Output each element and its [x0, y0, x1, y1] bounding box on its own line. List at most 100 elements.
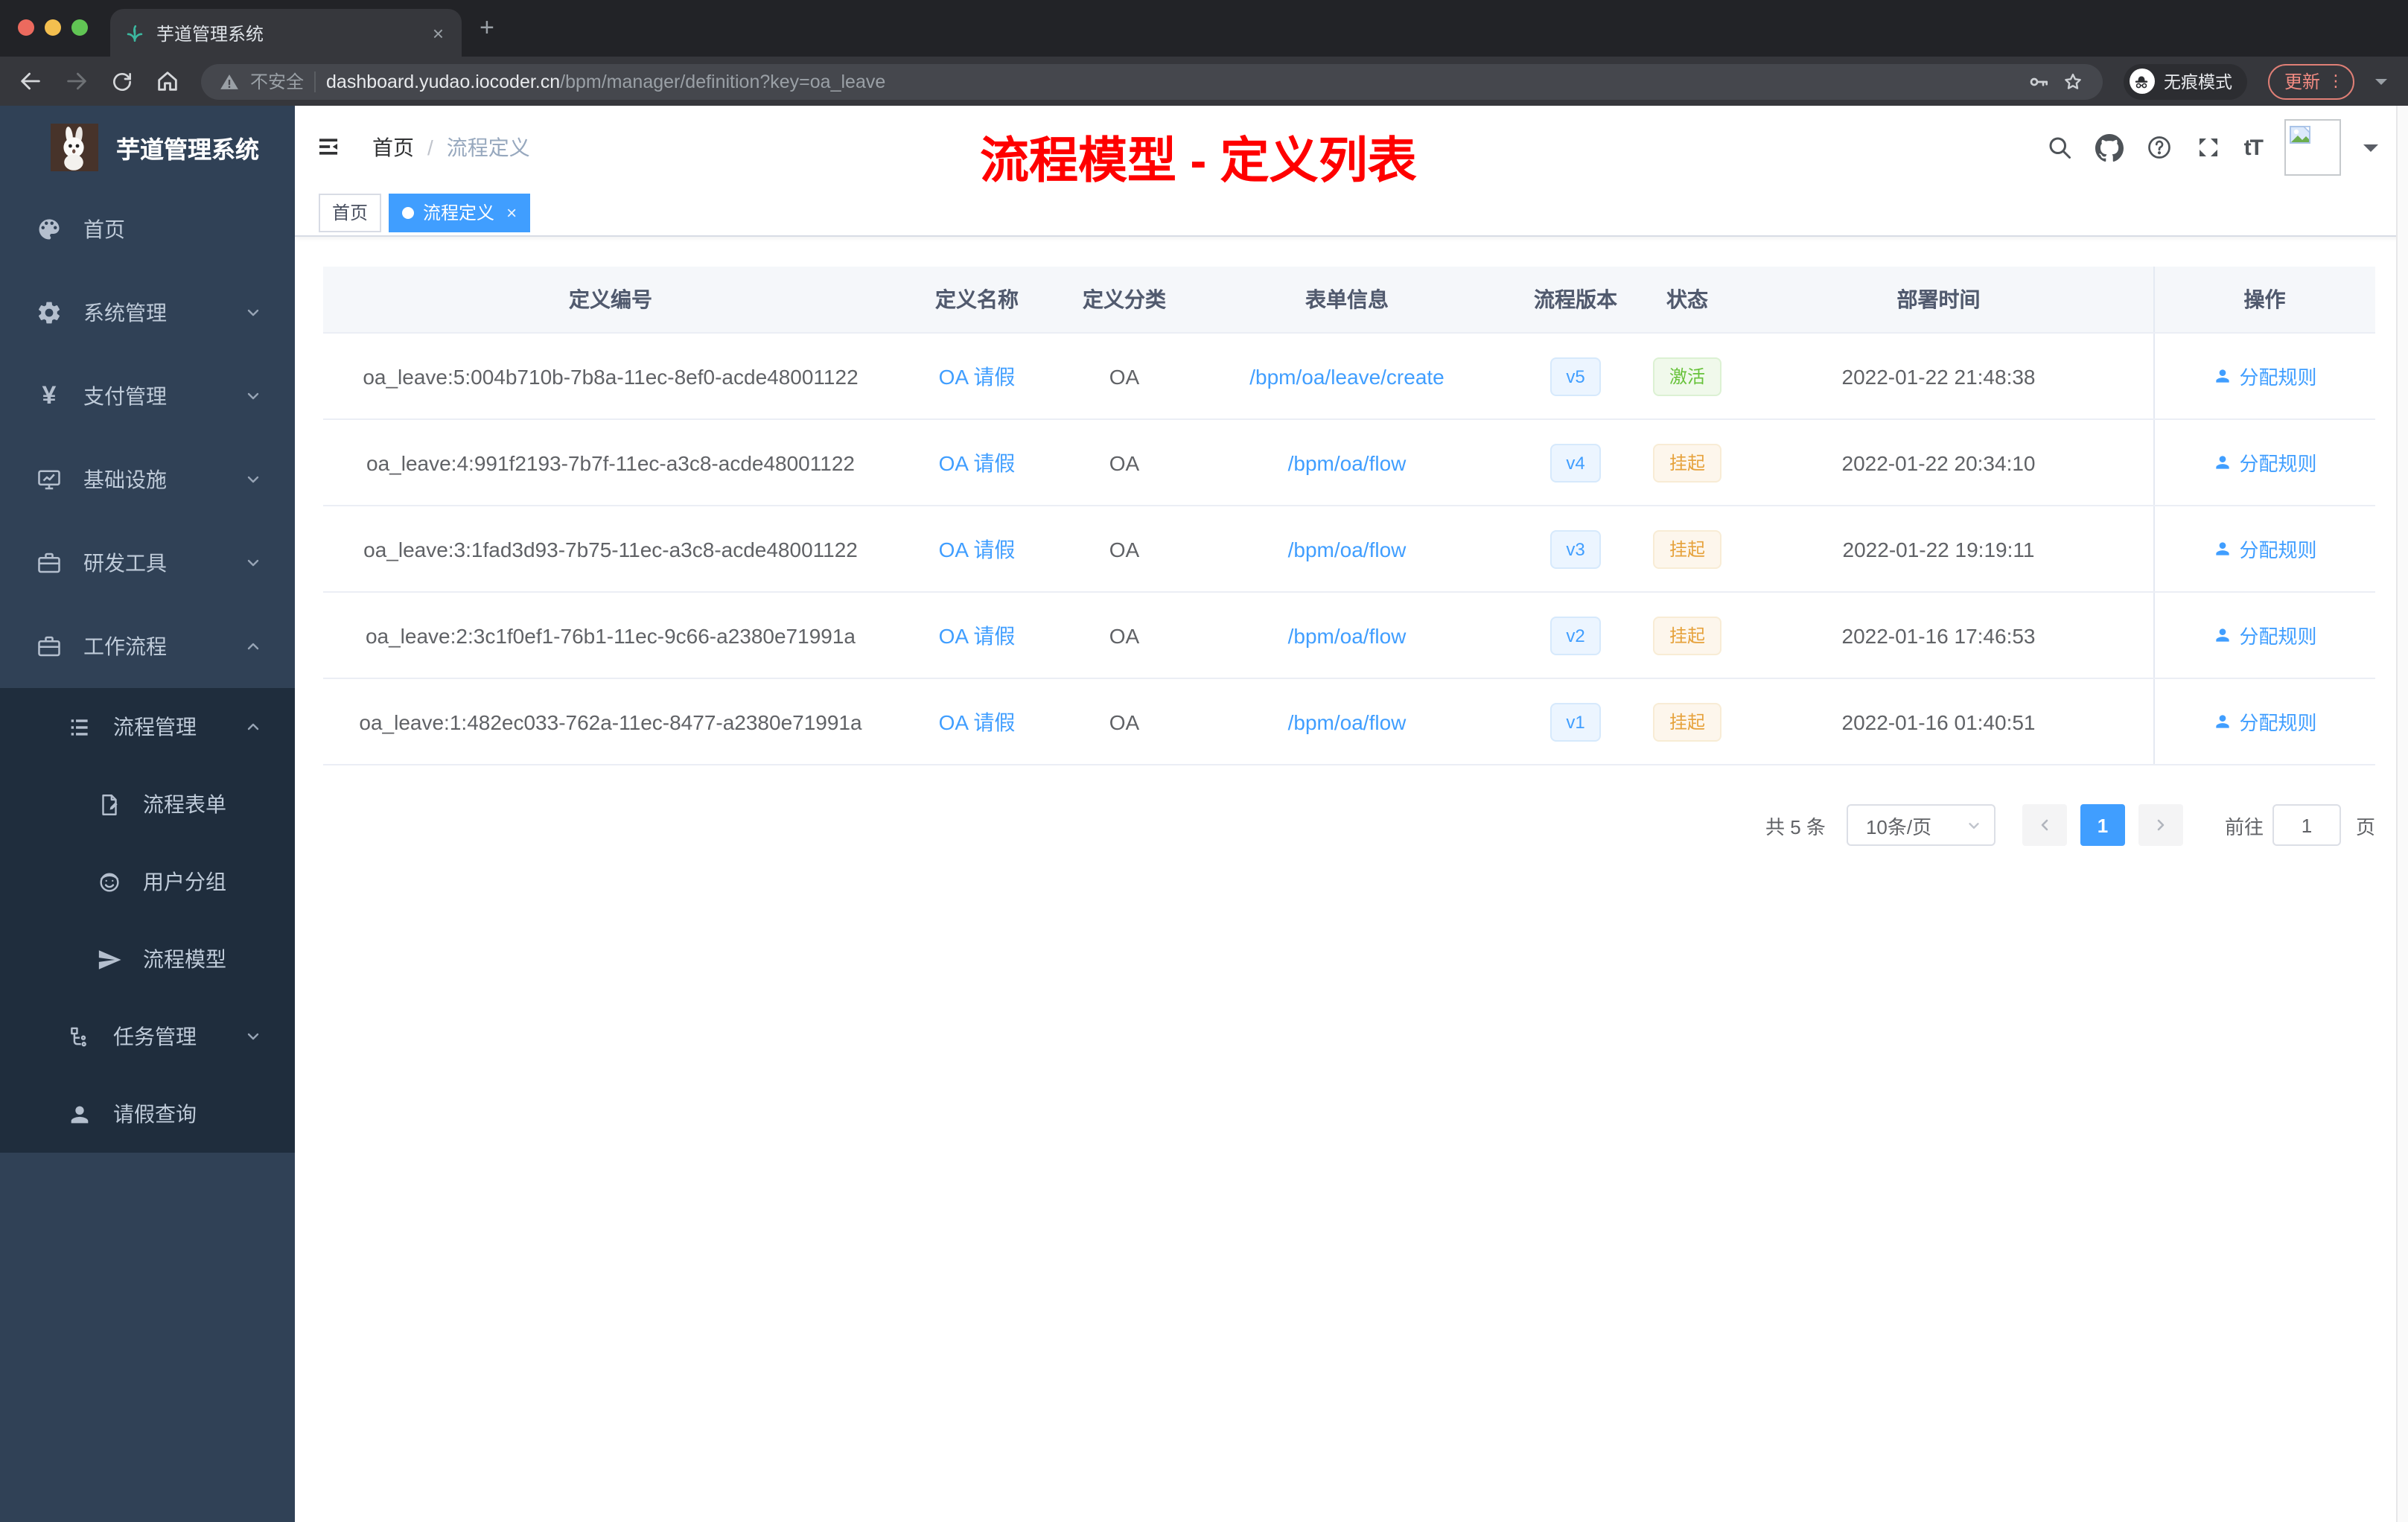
- page-size-select[interactable]: 10条/页: [1846, 804, 1995, 846]
- bookmark-star-icon[interactable]: [2061, 69, 2085, 93]
- url-text[interactable]: dashboard.yudao.iocoder.cn/bpm/manager/d…: [326, 71, 885, 92]
- github-icon[interactable]: [2095, 133, 2124, 162]
- sidebar-logo[interactable]: 芋道管理系统: [0, 106, 295, 188]
- sidebar-item-dev-tools[interactable]: 研发工具: [0, 521, 295, 605]
- form-link[interactable]: /bpm/oa/flow: [1288, 623, 1407, 647]
- assign-rule-link[interactable]: 分配规则: [2212, 621, 2317, 649]
- sidebar-item-infrastructure[interactable]: 基础设施: [0, 438, 295, 521]
- sidebar-item-home[interactable]: 首页: [0, 188, 295, 271]
- incognito-badge: 无痕模式: [2123, 63, 2247, 99]
- document-edit-icon: [95, 791, 122, 818]
- prev-page-button[interactable]: [2022, 804, 2067, 846]
- cell-form-info: /bpm/oa/flow: [1193, 592, 1501, 679]
- definition-name-link[interactable]: OA 请假: [939, 537, 1016, 561]
- macos-minimize-button[interactable]: [45, 19, 61, 36]
- browser-menu-icon[interactable]: ⋮: [2328, 73, 2344, 89]
- chevron-left-icon: [2041, 819, 2048, 831]
- cell-deploy-time: 2022-01-16 01:40:51: [1724, 678, 2153, 765]
- sidebar-item-process-form[interactable]: 流程表单: [0, 765, 295, 843]
- status-badge: 激活: [1652, 357, 1721, 395]
- form-link[interactable]: /bpm/oa/flow: [1288, 450, 1407, 474]
- sidebar-item-label: 工作流程: [83, 634, 167, 658]
- tag-close-icon[interactable]: ×: [506, 202, 517, 223]
- definition-name-link[interactable]: OA 请假: [939, 364, 1016, 388]
- sidebar-item-task-management[interactable]: 任务管理: [0, 998, 295, 1075]
- avatar-chevron-down-icon[interactable]: [2363, 144, 2378, 159]
- chevron-up-icon: [244, 637, 262, 655]
- user-icon: [2215, 369, 2229, 383]
- sidebar-fold-icon[interactable]: [316, 134, 341, 167]
- definition-table: 定义编号 定义名称 定义分类 表单信息 流程版本 状态 部署时间 操作 oa_l…: [323, 267, 2375, 765]
- definition-name-link[interactable]: OA 请假: [939, 710, 1016, 733]
- page-number-1[interactable]: 1: [2080, 804, 2125, 846]
- table-body: oa_leave:5:004b710b-7b8a-11ec-8ef0-acde4…: [323, 333, 2375, 765]
- forward-button[interactable]: [64, 69, 89, 94]
- toolbar-chevron-down-icon[interactable]: [2375, 78, 2387, 90]
- fullscreen-icon[interactable]: [2195, 134, 2222, 161]
- cell-version: v1: [1501, 678, 1650, 765]
- table-row: oa_leave:2:3c1f0ef1-76b1-11ec-9c66-a2380…: [323, 592, 2375, 679]
- home-button[interactable]: [155, 69, 180, 94]
- cell-form-info: /bpm/oa/flow: [1193, 419, 1501, 506]
- sidebar-item-label: 流程管理: [113, 715, 197, 739]
- sidebar-item-process-management[interactable]: 流程管理: [0, 688, 295, 765]
- assign-rule-link[interactable]: 分配规则: [2212, 535, 2317, 563]
- navbar-actions: tT: [2046, 106, 2378, 189]
- form-link[interactable]: /bpm/oa/leave/create: [1249, 364, 1445, 388]
- goto-page-input[interactable]: [2272, 804, 2341, 846]
- sidebar-item-workflow[interactable]: 工作流程: [0, 605, 295, 688]
- sidebar-item-label: 流程表单: [143, 792, 226, 816]
- address-bar[interactable]: 不安全 dashboard.yudao.iocoder.cn/bpm/manag…: [201, 63, 2103, 99]
- col-deploy-time: 部署时间: [1724, 267, 2153, 334]
- status-badge: 挂起: [1652, 443, 1721, 482]
- not-secure-warning-icon: [220, 74, 238, 89]
- scrollbar-track[interactable]: [2396, 106, 2408, 1522]
- cell-definition-id: oa_leave:2:3c1f0ef1-76b1-11ec-9c66-a2380…: [323, 592, 898, 679]
- security-label[interactable]: 不安全: [250, 69, 304, 94]
- table-row: oa_leave:5:004b710b-7b8a-11ec-8ef0-acde4…: [323, 333, 2375, 420]
- cell-deploy-time: 2022-01-16 17:46:53: [1724, 592, 2153, 679]
- macos-zoom-button[interactable]: [71, 19, 88, 36]
- dashboard-icon: [36, 216, 63, 243]
- macos-close-button[interactable]: [18, 19, 34, 36]
- incognito-icon: [2129, 69, 2155, 94]
- goto-label: 前往: [2224, 815, 2264, 838]
- back-button[interactable]: [18, 69, 43, 94]
- screen: 芋道管理系统 × + 不安全 dashboard.yudao.iocoder.c…: [0, 0, 2408, 1522]
- sidebar-item-payment[interactable]: ¥ 支付管理: [0, 354, 295, 438]
- next-page-button[interactable]: [2138, 804, 2183, 846]
- assign-rule-link[interactable]: 分配规则: [2212, 448, 2317, 477]
- assign-rule-link[interactable]: 分配规则: [2212, 707, 2317, 736]
- col-status: 状态: [1650, 267, 1724, 334]
- tag-home[interactable]: 首页: [319, 193, 382, 232]
- tab-close-icon[interactable]: ×: [430, 23, 447, 42]
- cell-actions: 分配规则: [2153, 678, 2375, 765]
- form-link[interactable]: /bpm/oa/flow: [1288, 710, 1407, 733]
- assign-rule-link[interactable]: 分配规则: [2212, 362, 2317, 390]
- cell-deploy-time: 2022-01-22 19:19:11: [1724, 506, 2153, 593]
- col-definition-name: 定义名称: [898, 267, 1056, 334]
- sidebar-item-system[interactable]: 系统管理: [0, 271, 295, 354]
- browser-tab[interactable]: 芋道管理系统 ×: [110, 9, 462, 57]
- breadcrumb-home[interactable]: 首页: [372, 133, 414, 162]
- password-key-icon[interactable]: [2027, 69, 2051, 93]
- cell-definition-name: OA 请假: [898, 678, 1056, 765]
- browser-update-button[interactable]: 更新 ⋮: [2267, 63, 2354, 99]
- cell-actions: 分配规则: [2153, 592, 2375, 679]
- form-link[interactable]: /bpm/oa/flow: [1288, 537, 1407, 561]
- definition-name-link[interactable]: OA 请假: [939, 623, 1016, 647]
- new-tab-button[interactable]: +: [480, 15, 494, 40]
- sidebar-item-leave-query[interactable]: 请假查询: [0, 1075, 295, 1153]
- avatar[interactable]: [2284, 119, 2341, 176]
- sidebar-item-user-group[interactable]: 用户分组: [0, 843, 295, 920]
- tag-process-definition[interactable]: 流程定义 ×: [389, 193, 531, 232]
- sidebar-item-label: 流程模型: [143, 947, 226, 971]
- help-icon[interactable]: [2146, 134, 2173, 161]
- cell-status: 挂起: [1650, 592, 1724, 679]
- search-icon[interactable]: [2046, 134, 2073, 161]
- cell-definition-id: oa_leave:3:1fad3d93-7b75-11ec-a3c8-acde4…: [323, 506, 898, 593]
- sidebar-item-process-model[interactable]: 流程模型: [0, 920, 295, 998]
- definition-name-link[interactable]: OA 请假: [939, 450, 1016, 474]
- reload-button[interactable]: [110, 69, 134, 93]
- font-size-icon[interactable]: tT: [2244, 135, 2264, 160]
